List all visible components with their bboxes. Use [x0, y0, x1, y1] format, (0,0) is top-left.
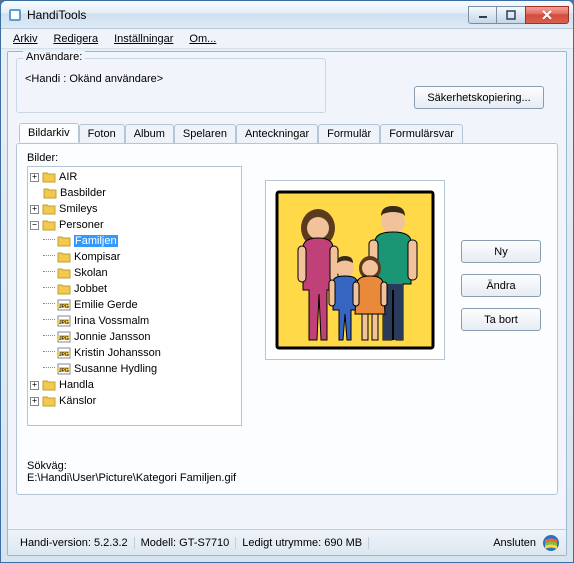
svg-text:JPG: JPG: [59, 320, 69, 326]
tree-node[interactable]: + Handla: [30, 377, 239, 393]
jpg-icon: JPG: [57, 347, 71, 359]
menu-om[interactable]: Om...: [181, 31, 224, 47]
family-icon: [275, 190, 435, 350]
tree-node[interactable]: + Smileys: [30, 201, 239, 217]
expand-icon[interactable]: +: [30, 381, 39, 390]
path-value: E:\Handi\User\Picture\Kategori Familjen.…: [27, 472, 236, 484]
tree-node-label: Skolan: [74, 267, 108, 279]
delete-button[interactable]: Ta bort: [461, 308, 541, 331]
tab-formulärsvar[interactable]: Formulärsvar: [380, 124, 463, 143]
backup-button-label: Säkerhetskopiering...: [427, 92, 530, 104]
tree-node-label: Kompisar: [74, 251, 120, 263]
tree-node-label: Jobbet: [74, 283, 107, 295]
minimize-button[interactable]: [468, 6, 497, 24]
folder-icon: [42, 171, 56, 183]
folder-icon: [57, 283, 71, 295]
tab-strip: BildarkivFotonAlbumSpelarenAnteckningarF…: [19, 123, 463, 142]
tree-node-label: Susanne Hydling: [74, 363, 157, 375]
path-label: Sökväg:: [27, 460, 236, 472]
expand-icon[interactable]: +: [30, 397, 39, 406]
statusbar: Handi-version: 5.2.3.2 Modell: GT-S7710 …: [8, 529, 566, 555]
tree-node[interactable]: JPG Kristin Johansson: [30, 345, 239, 361]
collapse-icon[interactable]: −: [30, 221, 39, 230]
expand-icon[interactable]: +: [30, 205, 39, 214]
tree-node-label: Personer: [59, 219, 104, 231]
tab-anteckningar[interactable]: Anteckningar: [236, 124, 318, 143]
tree-node[interactable]: JPG Emilie Gerde: [30, 297, 239, 313]
tree-node[interactable]: − Personer: [30, 217, 239, 233]
tree-node[interactable]: + AIR: [30, 169, 239, 185]
tree-node-label: AIR: [59, 171, 77, 183]
folder-icon: [57, 235, 71, 247]
folder-icon: [42, 219, 56, 231]
tree-node[interactable]: Basbilder: [30, 185, 239, 201]
titlebar: HandiTools: [1, 1, 573, 29]
tab-spelaren[interactable]: Spelaren: [174, 124, 236, 143]
jpg-icon: JPG: [57, 315, 71, 327]
tree-node[interactable]: Jobbet: [30, 281, 239, 297]
jpg-icon: JPG: [57, 363, 71, 375]
tree-node[interactable]: JPG Susanne Hydling: [30, 361, 239, 377]
tree-node-label: Kristin Johansson: [74, 347, 161, 359]
folder-icon: [43, 187, 57, 199]
maximize-button[interactable]: [496, 6, 526, 24]
tree-node-label: Emilie Gerde: [74, 299, 138, 311]
status-model-label: Modell:: [141, 537, 176, 549]
status-model: GT-S7710: [179, 537, 229, 549]
tree-node-label: Känslor: [59, 395, 96, 407]
tree-view[interactable]: + AIR Basbilder + Smileys − Personer Familjen Ko…: [27, 166, 242, 426]
expand-icon[interactable]: +: [30, 173, 39, 182]
svg-text:JPG: JPG: [59, 336, 69, 342]
tree-node-label: Basbilder: [60, 187, 106, 199]
tree-node-label: Handla: [59, 379, 94, 391]
folder-icon: [42, 379, 56, 391]
menubar: Arkiv Redigera Inställningar Om...: [1, 29, 573, 49]
menu-arkiv[interactable]: Arkiv: [5, 31, 45, 47]
status-version: 5.2.3.2: [94, 537, 128, 549]
status-space-label: Ledigt utrymme:: [242, 537, 321, 549]
image-preview: [265, 180, 445, 360]
status-space: 690 MB: [324, 537, 362, 549]
status-connected: Ansluten: [493, 537, 536, 549]
tree-node-label: Familjen: [74, 235, 118, 247]
folder-icon: [57, 251, 71, 263]
svg-text:JPG: JPG: [59, 368, 69, 374]
edit-button[interactable]: Ändra: [461, 274, 541, 297]
folder-icon: [42, 395, 56, 407]
tab-formulär[interactable]: Formulär: [318, 124, 380, 143]
tree-node[interactable]: JPG Irina Vossmalm: [30, 313, 239, 329]
user-groupbox-label: Användare:: [23, 51, 85, 63]
folder-icon: [42, 203, 56, 215]
menu-redigera[interactable]: Redigera: [45, 31, 106, 47]
status-version-label: Handi-version:: [20, 537, 91, 549]
folder-icon: [57, 267, 71, 279]
jpg-icon: JPG: [57, 299, 71, 311]
tab-bildarkiv[interactable]: Bildarkiv: [19, 123, 79, 142]
tree-node[interactable]: Skolan: [30, 265, 239, 281]
tree-node[interactable]: Familjen: [30, 233, 239, 249]
tab-album[interactable]: Album: [125, 124, 174, 143]
user-groupbox: Användare: <Handi : Okänd användare>: [16, 58, 326, 113]
tree-node-label: Irina Vossmalm: [74, 315, 149, 327]
app-icon: [7, 7, 23, 23]
svg-text:JPG: JPG: [59, 304, 69, 310]
tree-node[interactable]: Kompisar: [30, 249, 239, 265]
tree-node-label: Smileys: [59, 203, 98, 215]
tab-foton[interactable]: Foton: [79, 124, 125, 143]
close-button[interactable]: [525, 6, 569, 24]
new-button[interactable]: Ny: [461, 240, 541, 263]
tree-node-label: Jonnie Jansson: [74, 331, 150, 343]
jpg-icon: JPG: [57, 331, 71, 343]
tree-node[interactable]: + Känslor: [30, 393, 239, 409]
window-title: HandiTools: [27, 8, 469, 22]
tree-node[interactable]: JPG Jonnie Jansson: [30, 329, 239, 345]
backup-button[interactable]: Säkerhetskopiering...: [414, 86, 544, 109]
svg-text:JPG: JPG: [59, 352, 69, 358]
windows-orb-icon: [542, 534, 560, 552]
menu-installningar[interactable]: Inställningar: [106, 31, 181, 47]
tree-label: Bilder:: [27, 152, 547, 164]
user-text: <Handi : Okänd användare>: [25, 73, 317, 85]
